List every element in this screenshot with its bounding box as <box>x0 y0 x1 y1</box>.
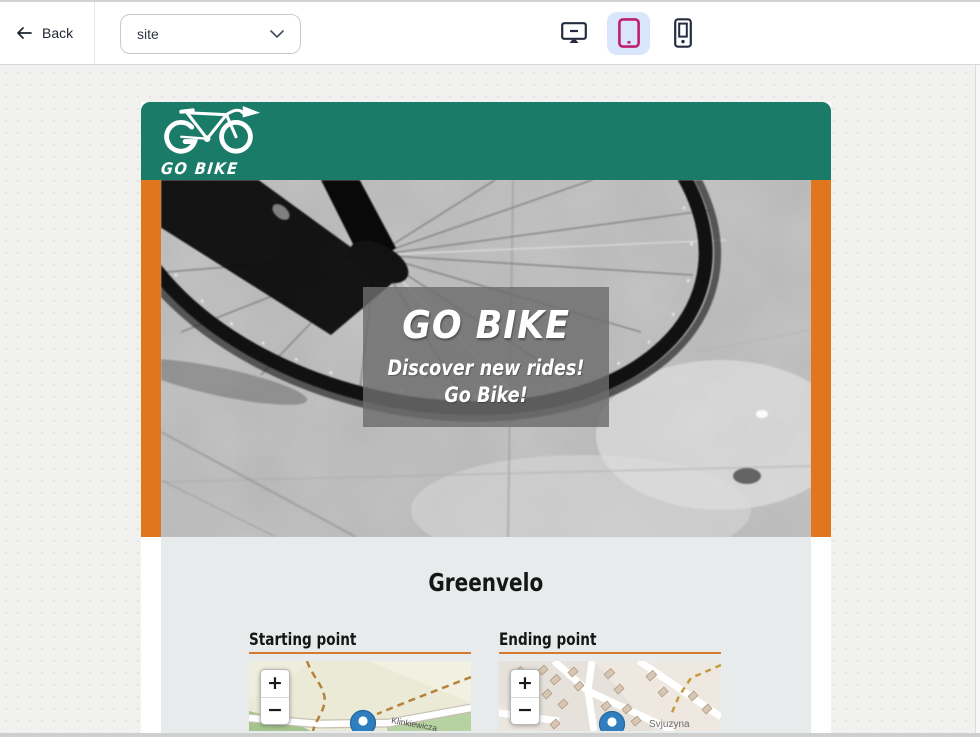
map-zoom-control: + − <box>260 669 290 725</box>
arrow-left-icon <box>16 26 32 40</box>
hero-subtitle-line1: Discover new rides! <box>383 355 590 382</box>
place-label: Svjuzyna <box>649 719 690 730</box>
ending-point-label: Ending point <box>499 630 596 650</box>
starting-point-label: Starting point <box>249 630 356 650</box>
ending-point-heading: Ending point <box>499 630 721 654</box>
bicycle-logo-icon <box>161 106 261 156</box>
desktop-monitor-icon <box>561 22 587 44</box>
map-marker-icon <box>351 711 376 732</box>
toolbar-divider <box>94 2 95 64</box>
page-select-dropdown[interactable]: site <box>120 14 301 54</box>
device-tablet-button[interactable] <box>607 12 650 55</box>
site-preview-frame: GO BIKE <box>141 102 831 733</box>
section-heading: Greenvelo <box>161 537 811 597</box>
hero-title: GO BIKE <box>402 303 570 347</box>
device-desktop-button[interactable] <box>552 11 596 55</box>
map-marker-icon <box>600 712 625 732</box>
back-button[interactable]: Back <box>16 2 73 64</box>
section-heading-text: Greenvelo <box>429 568 544 597</box>
hero-banner: GO BIKE Discover new rides! Go Bike! <box>141 180 831 537</box>
hero-subtitle: Discover new rides! Go Bike! <box>383 355 590 409</box>
device-mobile-button[interactable] <box>661 11 705 55</box>
trail-section: Greenvelo Starting point <box>161 537 811 733</box>
hero-subtitle-line2: Go Bike! <box>383 382 590 409</box>
hero-overlay: GO BIKE Discover new rides! Go Bike! <box>363 287 609 427</box>
back-label: Back <box>42 25 73 41</box>
starting-point-map[interactable]: Klinkiewicza + − <box>249 661 471 731</box>
tablet-icon <box>618 18 640 48</box>
window-bottom-edge <box>0 733 980 737</box>
page-select-value: site <box>137 26 159 42</box>
toolbar: Back site <box>0 0 980 65</box>
zoom-out-button[interactable]: − <box>261 698 289 725</box>
ending-point-column: Ending point <box>499 630 721 731</box>
map-zoom-control: + − <box>510 669 540 725</box>
route-columns: Starting point Klinkiewicza <box>249 630 721 731</box>
zoom-in-button[interactable]: + <box>261 670 289 697</box>
vertical-scrollbar[interactable] <box>975 0 980 733</box>
device-switcher <box>552 2 705 64</box>
smartphone-icon <box>671 18 695 48</box>
zoom-in-button[interactable]: + <box>511 670 539 697</box>
site-logo[interactable]: GO BIKE <box>161 106 271 179</box>
ending-point-map[interactable]: Svjuzyna + − <box>499 661 721 731</box>
site-header: GO BIKE <box>141 102 831 180</box>
chevron-down-icon <box>270 30 284 38</box>
starting-point-column: Starting point Klinkiewicza <box>249 630 471 731</box>
starting-point-heading: Starting point <box>249 630 471 654</box>
zoom-out-button[interactable]: − <box>511 698 539 725</box>
logo-wordmark: GO BIKE <box>160 159 239 178</box>
